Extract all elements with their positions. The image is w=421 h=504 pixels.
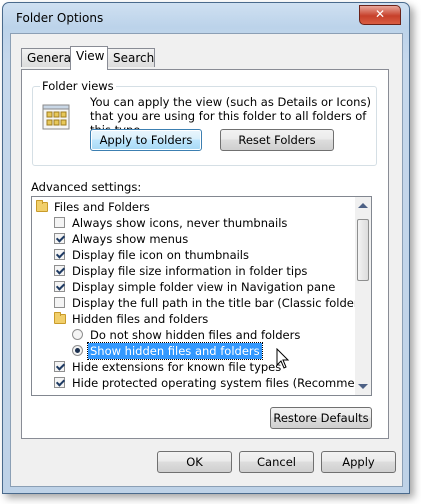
item-label: Display simple folder view in Navigation… (72, 280, 336, 294)
item-label: Files and Folders (54, 200, 150, 214)
item-label: Display the full path in the title bar (… (72, 296, 365, 310)
checkbox[interactable] (54, 281, 65, 292)
close-icon: ✕ (374, 7, 386, 21)
checkbox[interactable] (54, 377, 65, 388)
checkbox[interactable] (54, 265, 65, 276)
apply-button[interactable]: Apply (321, 451, 396, 473)
scroll-down-icon[interactable] (358, 384, 368, 389)
window-title: Folder Options (16, 11, 104, 25)
scroll-up-icon[interactable] (358, 203, 368, 208)
scroll-thumb[interactable] (357, 219, 369, 281)
item-label: Hide protected operating system files (R… (72, 376, 365, 390)
folder-views-icon (42, 104, 70, 130)
ok-button[interactable]: OK (157, 451, 232, 473)
close-button[interactable]: ✕ (359, 5, 401, 25)
vertical-scrollbar[interactable] (355, 196, 372, 396)
radio-button[interactable] (72, 345, 83, 356)
tab-search[interactable]: Search (107, 48, 155, 67)
apply-to-folders-button[interactable]: Apply to Folders (90, 129, 202, 151)
mouse-pointer-icon (276, 348, 290, 369)
item-label-selected: Show hidden files and folders (87, 342, 263, 360)
advanced-settings-label: Advanced settings: (31, 180, 142, 194)
item-label: Always show menus (72, 232, 189, 246)
reset-folders-button[interactable]: Reset Folders (220, 129, 334, 151)
view-tab-page: Folder views You can apply the view (suc… (21, 69, 389, 439)
folder-icon (54, 312, 66, 324)
checkbox[interactable] (54, 297, 65, 308)
tab-view[interactable]: View (70, 46, 108, 70)
item-label: Display file size information in folder … (72, 264, 308, 278)
dialog-client-area: General View Search Folder views You can… (10, 33, 403, 487)
folder-options-window: Folder Options ✕ General View Search Fol… (2, 2, 410, 494)
checkbox[interactable] (54, 217, 65, 228)
advanced-settings-list[interactable]: Files and Folders Always show icons, nev… (31, 196, 365, 396)
restore-defaults-button[interactable]: Restore Defaults (270, 407, 372, 429)
item-label: Hidden files and folders (72, 312, 209, 326)
folder-views-group: Folder views You can apply the view (suc… (32, 79, 377, 166)
tab-general[interactable]: General (21, 48, 74, 67)
cancel-button[interactable]: Cancel (239, 451, 314, 473)
checkbox[interactable] (54, 361, 65, 372)
folder-views-label: Folder views (40, 79, 116, 93)
item-label: Display file icon on thumbnails (72, 248, 249, 262)
radio-button[interactable] (72, 329, 83, 340)
item-label: Hide extensions for known file types (72, 360, 282, 374)
folder-icon (36, 200, 48, 212)
checkbox[interactable] (54, 249, 65, 260)
item-label: Do not show hidden files and folders (90, 328, 301, 342)
checkbox[interactable] (54, 233, 65, 244)
item-label: Always show icons, never thumbnails (72, 216, 288, 230)
